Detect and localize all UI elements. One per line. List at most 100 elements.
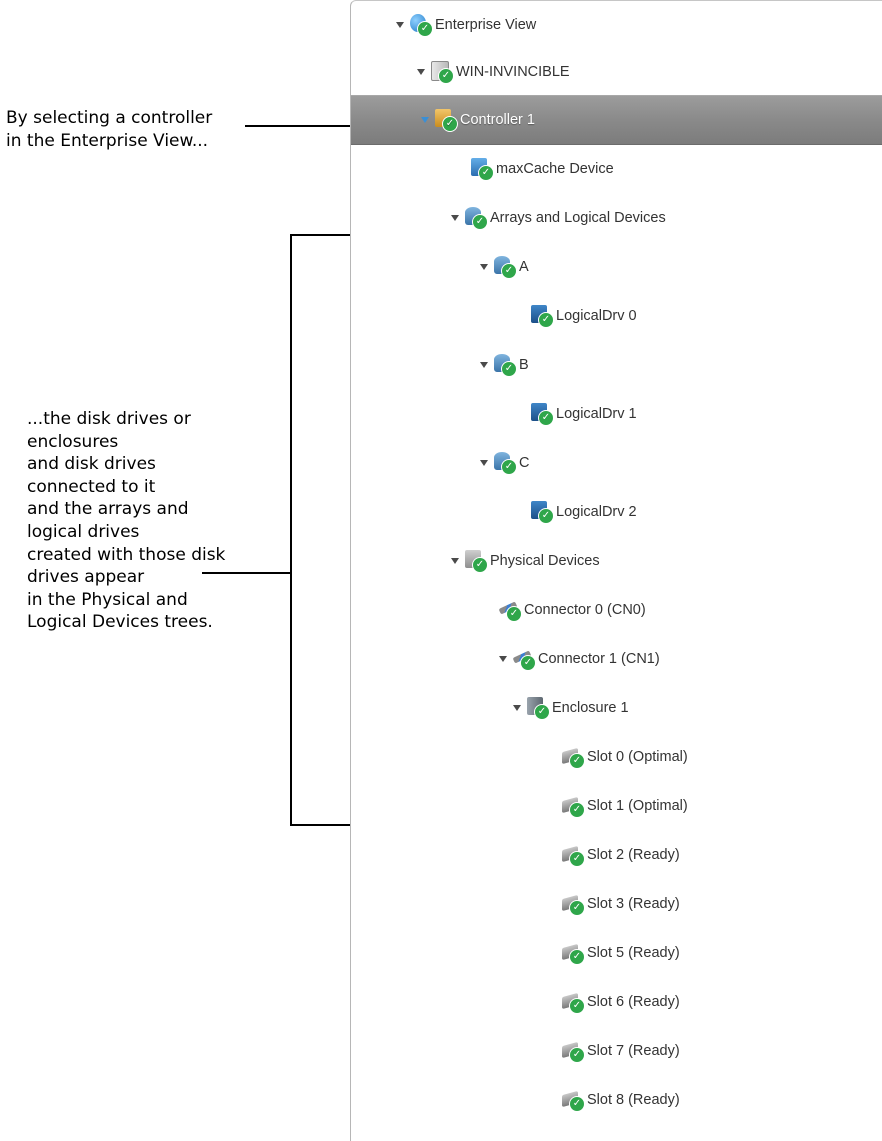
tree-item-label: WIN-INVINCIBLE xyxy=(456,64,570,80)
expand-toggle-icon[interactable] xyxy=(451,215,459,221)
tree-item-label: C xyxy=(519,455,530,471)
tree-item-label: Connector 1 (CN1) xyxy=(538,651,660,667)
tree-item[interactable]: ✓ Controller 1 xyxy=(421,96,535,144)
tree-row[interactable]: ✓ Controller 1 xyxy=(351,95,882,145)
tree-row[interactable]: ✓ Arrays and Logical Devices xyxy=(351,194,882,242)
tree-item[interactable]: ✓ Slot 8 (Ready) xyxy=(562,1076,680,1124)
tree-item[interactable]: ✓ WIN-INVINCIBLE xyxy=(417,48,570,96)
connector-icon: ✓ xyxy=(498,599,522,622)
status-ok-icon: ✓ xyxy=(569,949,585,965)
tree-row[interactable]: ✓ Slot 5 (Ready) xyxy=(351,929,882,977)
leader-line-bracket-vertical xyxy=(290,234,292,826)
tree-row[interactable]: ✓ Slot 3 (Ready) xyxy=(351,880,882,928)
tree-row[interactable]: ✓ B xyxy=(351,341,882,389)
annotation-line: connected to it xyxy=(27,476,156,497)
tree-item[interactable]: ✓ Arrays and Logical Devices xyxy=(451,194,666,242)
status-ok-icon: ✓ xyxy=(501,459,517,475)
tree-row[interactable]: ✓ A xyxy=(351,243,882,291)
tree-row[interactable]: ✓ Connector 1 (CN1) xyxy=(351,635,882,683)
tree-row[interactable]: ✓ Enterprise View xyxy=(351,1,882,49)
tree-item[interactable]: ✓ Enterprise View xyxy=(396,1,536,49)
tree-item[interactable]: ✓ Connector 0 (CN0) xyxy=(498,586,646,634)
tree-item-label: Connector 0 (CN0) xyxy=(524,602,646,618)
arrays-icon: ✓ xyxy=(465,207,488,230)
tree-item[interactable]: ✓ Enclosure 1 xyxy=(513,684,629,732)
status-ok-icon: ✓ xyxy=(569,802,585,818)
expand-toggle-icon[interactable] xyxy=(417,69,425,75)
tree-item[interactable]: ✓ B xyxy=(480,341,529,389)
tree-item[interactable]: ✓ Slot 5 (Ready) xyxy=(562,929,680,977)
status-ok-icon: ✓ xyxy=(569,1096,585,1112)
tree-row[interactable]: ✓ LogicalDrv 0 xyxy=(351,292,882,340)
expand-toggle-icon[interactable] xyxy=(480,264,488,270)
maxcache-icon: ✓ xyxy=(471,158,494,181)
annotation-line: logical drives xyxy=(27,521,140,542)
disk-drive-icon: ✓ xyxy=(562,746,585,769)
array-icon: ✓ xyxy=(494,256,517,279)
tree-row[interactable]: ✓ C xyxy=(351,439,882,487)
tree-row[interactable]: ✓ LogicalDrv 1 xyxy=(351,390,882,438)
disk-drive-icon: ✓ xyxy=(562,1089,585,1112)
expand-toggle-icon[interactable] xyxy=(480,362,488,368)
status-ok-icon: ✓ xyxy=(569,753,585,769)
status-ok-icon: ✓ xyxy=(438,68,454,84)
tree-row[interactable]: ✓ Slot 8 (Ready) xyxy=(351,1076,882,1124)
tree-item-label: Slot 3 (Ready) xyxy=(587,896,680,912)
expand-toggle-icon[interactable] xyxy=(513,705,521,711)
expand-toggle-icon[interactable] xyxy=(396,22,404,28)
tree-item[interactable]: ✓ Slot 6 (Ready) xyxy=(562,978,680,1026)
tree-item[interactable]: ✓ LogicalDrv 1 xyxy=(531,390,637,438)
tree-item[interactable]: ✓ LogicalDrv 0 xyxy=(531,292,637,340)
logical-drive-icon: ✓ xyxy=(531,403,554,426)
expand-toggle-icon[interactable] xyxy=(451,558,459,564)
tree-row[interactable]: ✓ Physical Devices xyxy=(351,537,882,585)
tree-row[interactable]: ✓ Slot 2 (Ready) xyxy=(351,831,882,879)
status-ok-icon: ✓ xyxy=(569,851,585,867)
tree-item-label: Arrays and Logical Devices xyxy=(490,210,666,226)
tree-row[interactable]: ✓ Connector 0 (CN0) xyxy=(351,586,882,634)
enclosure-icon: ✓ xyxy=(527,697,550,720)
tree-row[interactable]: ✓ Slot 6 (Ready) xyxy=(351,978,882,1026)
status-ok-icon: ✓ xyxy=(569,1047,585,1063)
tree-item-label: A xyxy=(519,259,529,275)
tree-item[interactable]: ✓ Slot 0 (Optimal) xyxy=(562,733,688,781)
tree-item[interactable]: ✓ Slot 3 (Ready) xyxy=(562,880,680,928)
tree-row[interactable]: ✓ LogicalDrv 2 xyxy=(351,488,882,536)
status-ok-icon: ✓ xyxy=(538,410,554,426)
disk-drive-icon: ✓ xyxy=(562,991,585,1014)
expand-toggle-icon[interactable] xyxy=(480,460,488,466)
tree-item[interactable]: ✓ Connector 1 (CN1) xyxy=(499,635,660,683)
tree-item-label: Slot 2 (Ready) xyxy=(587,847,680,863)
tree-item[interactable]: ✓ Slot 1 (Optimal) xyxy=(562,782,688,830)
tree-row[interactable]: ✓ WIN-INVINCIBLE xyxy=(351,48,882,96)
status-ok-icon: ✓ xyxy=(472,214,488,230)
disk-drive-icon: ✓ xyxy=(562,1040,585,1063)
status-ok-icon: ✓ xyxy=(417,21,433,37)
status-ok-icon: ✓ xyxy=(501,263,517,279)
annotation-line: and disk drives xyxy=(27,454,156,475)
tree-item[interactable]: ✓ A xyxy=(480,243,529,291)
connector-icon: ✓ xyxy=(512,648,536,671)
result-annotation: ...the disk drives or enclosures and dis… xyxy=(27,408,225,634)
disk-drive-icon: ✓ xyxy=(562,795,585,818)
tree-row[interactable]: ✓ Slot 1 (Optimal) xyxy=(351,782,882,830)
tree-item[interactable]: ✓ Slot 7 (Ready) xyxy=(562,1027,680,1075)
tree-item[interactable]: ✓ C xyxy=(480,439,529,487)
tree-item[interactable]: ✓ maxCache Device xyxy=(471,145,614,193)
enterprise-view-tree: ✓ Enterprise View ✓ WIN-INVINCIBLE ✓ Controll… xyxy=(350,0,882,1141)
tree-item[interactable]: ✓ LogicalDrv 2 xyxy=(531,488,637,536)
tree-item[interactable]: ✓ Physical Devices xyxy=(451,537,600,585)
annotation-line: drives appear xyxy=(27,567,145,588)
leader-line-note xyxy=(202,572,292,574)
disk-drive-icon: ✓ xyxy=(562,942,585,965)
status-ok-icon: ✓ xyxy=(478,165,494,181)
tree-item[interactable]: ✓ Slot 2 (Ready) xyxy=(562,831,680,879)
status-ok-icon: ✓ xyxy=(569,900,585,916)
expand-toggle-icon[interactable] xyxy=(421,117,429,123)
tree-row[interactable]: ✓ Enclosure 1 xyxy=(351,684,882,732)
globe-icon: ✓ xyxy=(410,14,433,37)
tree-row[interactable]: ✓ Slot 7 (Ready) xyxy=(351,1027,882,1075)
tree-row[interactable]: ✓ Slot 0 (Optimal) xyxy=(351,733,882,781)
expand-toggle-icon[interactable] xyxy=(499,656,507,662)
tree-row[interactable]: ✓ maxCache Device xyxy=(351,145,882,193)
